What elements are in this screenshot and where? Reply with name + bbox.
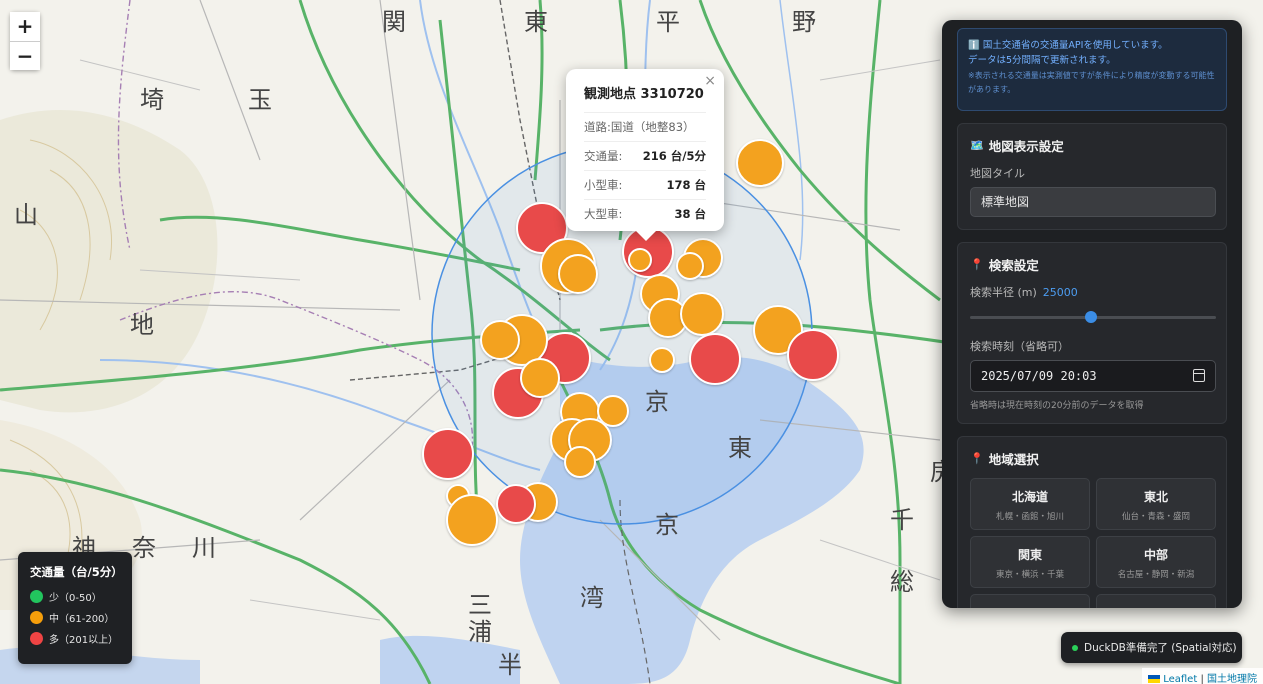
pin-icon: 📍 — [970, 452, 984, 465]
traffic-marker-mid[interactable] — [564, 446, 596, 478]
control-panel: ℹ️ 国土交通省の交通量APIを使用しています。 データは5分間隔で更新されます… — [942, 20, 1242, 608]
pin-icon: 📍 — [970, 258, 984, 271]
popup-row-road: 道路:国道（地整83） — [584, 112, 706, 141]
time-label: 検索時刻（省略可） — [970, 340, 1069, 353]
map-settings-header: 🗺️ 地図表示設定 — [970, 136, 1214, 155]
traffic-marker-high[interactable] — [496, 484, 536, 524]
radius-slider-handle[interactable] — [1084, 311, 1097, 323]
region-card: 📍 地域選択 北海道 札幌・函館・旭川 東北 仙台・青森・盛岡 関東 東京・横浜… — [957, 436, 1227, 608]
ukraine-flag-icon — [1148, 675, 1161, 683]
popup-row-volume: 交通量: 216 台/5分 — [584, 141, 706, 170]
traffic-marker-mid[interactable] — [736, 139, 784, 187]
popup-large-value: 38 台 — [674, 207, 706, 221]
radius-label: 検索半径 (m) — [970, 286, 1037, 299]
region-title: 地域選択 — [988, 452, 1039, 467]
popup-volume-value: 216 台/5分 — [642, 149, 706, 163]
region-cities: 札幌・函館・旭川 — [995, 512, 1064, 522]
tile-label: 地図タイル — [970, 167, 1025, 180]
legend-label-low: 少（0-50） — [49, 593, 102, 604]
traffic-marker-mid[interactable] — [649, 347, 675, 373]
traffic-marker-mid[interactable] — [628, 248, 652, 272]
info-note: ※表示される交通量は実測値ですが条件により精度が変動する可能性があります。 — [968, 71, 1215, 94]
traffic-marker-mid[interactable] — [680, 292, 724, 336]
tile-select[interactable]: 標準地図 — [970, 187, 1216, 217]
legend-label-high: 多（201以上） — [49, 635, 119, 646]
region-cities: 仙台・青森・盛岡 — [1121, 512, 1190, 522]
traffic-legend: 交通量（台/5分） 少（0-50） 中（61-200） 多（201以上） — [18, 552, 132, 664]
radius-slider[interactable] — [970, 310, 1216, 324]
zoom-control: + − — [10, 12, 40, 70]
popup-row-small: 小型車: 178 台 — [584, 170, 706, 199]
region-name: 関東 — [1017, 548, 1042, 562]
calendar-icon[interactable] — [1193, 369, 1205, 382]
legend-dot-high — [30, 632, 43, 645]
map-settings-title: 地図表示設定 — [988, 139, 1064, 154]
status-indicator: DuckDB準備完了 (Spatial対応) — [1061, 632, 1242, 663]
status-dot — [1072, 644, 1078, 651]
region-button-kanto[interactable]: 関東 東京・横浜・千葉 — [970, 536, 1090, 588]
search-time-value: 2025/07/09 20:03 — [981, 369, 1097, 383]
zoom-in-button[interactable]: + — [10, 12, 40, 41]
status-text: DuckDB準備完了 (Spatial対応) — [1084, 642, 1237, 654]
region-header: 📍 地域選択 — [970, 449, 1214, 468]
station-popup: × 観測地点 3310720 道路:国道（地整83） 交通量: 216 台/5分… — [566, 69, 724, 241]
radius-value: 25000 — [1042, 286, 1078, 299]
map-icon: 🗺️ — [970, 139, 984, 152]
traffic-marker-high[interactable] — [787, 329, 839, 381]
info-box: ℹ️ 国土交通省の交通量APIを使用しています。 データは5分間隔で更新されます… — [957, 28, 1227, 111]
region-name: 東北 — [1143, 490, 1168, 504]
popup-road-label: 道路:国道（地整83） — [584, 120, 695, 134]
popup-small-value: 178 台 — [666, 178, 706, 192]
info-line-1: ℹ️ 国土交通省の交通量APIを使用しています。 — [968, 40, 1168, 51]
leaflet-link[interactable]: Leaflet — [1163, 674, 1197, 684]
traffic-marker-mid[interactable] — [520, 358, 560, 398]
region-button-hokkaido[interactable]: 北海道 札幌・函館・旭川 — [970, 478, 1090, 530]
legend-title: 交通量（台/5分） — [30, 565, 123, 579]
traffic-marker-mid[interactable] — [446, 494, 498, 546]
region-button-partial[interactable] — [1096, 594, 1216, 608]
traffic-marker-mid[interactable] — [558, 254, 598, 294]
radius-label-row: 検索半径 (m) 25000 — [970, 284, 1214, 300]
map-settings-card: 🗺️ 地図表示設定 地図タイル 標準地図 — [957, 123, 1227, 230]
map-attribution: Leaflet | 国土地理院 — [1142, 668, 1263, 684]
region-cities: 名古屋・静岡・新潟 — [1117, 570, 1195, 580]
search-settings-header: 📍 検索設定 — [970, 255, 1214, 274]
popup-title: 観測地点 3310720 — [584, 87, 704, 102]
search-settings-card: 📍 検索設定 検索半径 (m) 25000 検索時刻（省略可） 2025/07/0… — [957, 242, 1227, 424]
region-name: 中部 — [1143, 548, 1168, 562]
legend-label-mid: 中（61-200） — [49, 614, 115, 625]
region-name: 北海道 — [1011, 490, 1048, 504]
region-button-chubu[interactable]: 中部 名古屋・静岡・新潟 — [1096, 536, 1216, 588]
info-line-2: データは5分間隔で更新されます。 — [968, 55, 1116, 66]
traffic-marker-high[interactable] — [422, 428, 474, 480]
popup-large-label: 大型車: — [584, 207, 623, 221]
region-button-partial[interactable] — [970, 594, 1090, 608]
legend-item-mid: 中（61-200） — [30, 610, 120, 625]
zoom-out-button[interactable]: − — [10, 41, 40, 70]
legend-dot-low — [30, 590, 43, 603]
region-cities: 東京・横浜・千葉 — [995, 570, 1064, 580]
attribution-separator: | — [1200, 674, 1204, 684]
search-time-input[interactable]: 2025/07/09 20:03 — [970, 360, 1216, 392]
time-hint: 省略時は現在時刻の20分前のデータを取得 — [970, 401, 1144, 411]
region-button-tohoku[interactable]: 東北 仙台・青森・盛岡 — [1096, 478, 1216, 530]
legend-item-low: 少（0-50） — [30, 589, 120, 604]
region-grid: 北海道 札幌・函館・旭川 東北 仙台・青森・盛岡 関東 東京・横浜・千葉 中部 … — [970, 478, 1216, 608]
traffic-marker-high[interactable] — [689, 333, 741, 385]
gsi-link[interactable]: 国土地理院 — [1207, 674, 1257, 684]
popup-small-label: 小型車: — [584, 178, 623, 192]
popup-row-large: 大型車: 38 台 — [584, 199, 706, 228]
traffic-marker-mid[interactable] — [676, 252, 704, 280]
traffic-marker-mid[interactable] — [480, 320, 520, 360]
popup-close-button[interactable]: × — [704, 73, 716, 89]
popup-volume-label: 交通量: — [584, 149, 623, 163]
legend-dot-mid — [30, 611, 43, 624]
search-settings-title: 検索設定 — [988, 258, 1039, 273]
legend-item-high: 多（201以上） — [30, 631, 120, 646]
